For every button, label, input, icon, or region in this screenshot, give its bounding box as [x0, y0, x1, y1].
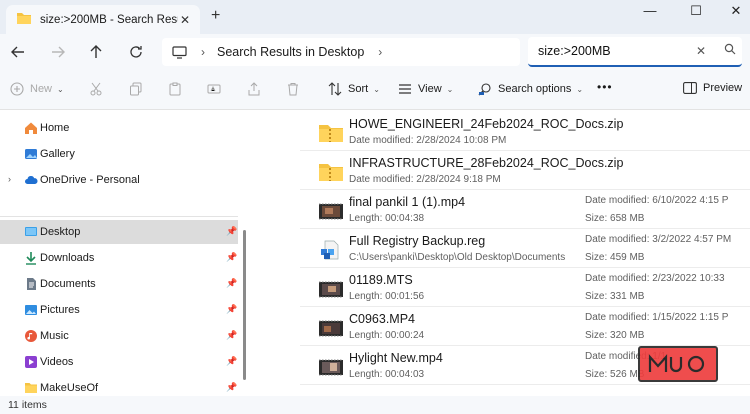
monitor-icon — [172, 45, 187, 59]
music-icon — [25, 330, 37, 342]
pin-icon[interactable]: 📌 — [226, 356, 237, 367]
chevron-right-icon[interactable]: › — [8, 174, 11, 184]
copy-icon[interactable] — [129, 82, 143, 99]
cut-icon[interactable] — [89, 82, 103, 99]
new-tab-button[interactable]: + — [211, 8, 220, 24]
sidebar-item-pictures[interactable]: Pictures 📌 — [0, 298, 238, 322]
zip-folder-icon — [319, 125, 343, 142]
video-thumbnail-icon — [319, 320, 343, 337]
sidebar-item-desktop[interactable]: Desktop 📌 — [0, 220, 238, 244]
video-thumbnail-icon — [319, 203, 343, 220]
forward-button[interactable] — [48, 42, 68, 62]
minimize-button[interactable]: — — [640, 3, 660, 18]
sidebar-item-onedrive[interactable]: › OneDrive - Personal — [0, 168, 238, 192]
video-thumbnail-icon — [319, 281, 343, 298]
gallery-icon — [25, 149, 37, 159]
tab-title: size:>200MB - Search Results i — [40, 13, 178, 26]
tab-close-icon[interactable]: ✕ — [180, 13, 190, 27]
title-bar: size:>200MB - Search Results i ✕ + — ☐ ✕ — [0, 0, 750, 34]
address-bar[interactable]: › Search Results in Desktop › — [162, 38, 520, 66]
sidebar-item-documents[interactable]: Documents 📌 — [0, 272, 238, 296]
search-options-icon — [478, 83, 491, 96]
new-button[interactable]: New ⌄ — [10, 82, 64, 96]
clear-search-icon[interactable]: ✕ — [696, 44, 706, 58]
search-box[interactable]: ✕ — [528, 37, 742, 67]
chevron-right-icon: › — [201, 45, 205, 59]
delete-icon[interactable] — [286, 82, 300, 99]
preview-button[interactable]: Preview — [683, 82, 742, 94]
arrow-right-icon — [52, 46, 65, 58]
breadcrumb[interactable]: Search Results in Desktop — [217, 45, 364, 59]
pin-icon[interactable]: 📌 — [226, 252, 237, 263]
registry-file-icon — [321, 240, 339, 260]
pin-icon[interactable]: 📌 — [226, 226, 237, 237]
share-icon[interactable] — [247, 82, 261, 99]
chevron-down-icon: ⌄ — [373, 84, 380, 94]
video-thumbnail-icon — [319, 359, 343, 376]
divider — [0, 216, 238, 217]
plus-circle-icon — [10, 82, 24, 96]
pictures-icon — [25, 305, 37, 315]
home-icon — [25, 122, 37, 134]
folder-icon — [16, 11, 32, 28]
view-icon — [399, 84, 411, 94]
pin-icon[interactable]: 📌 — [226, 278, 237, 289]
desktop-icon — [25, 227, 37, 236]
sidebar-item-music[interactable]: Music 📌 — [0, 324, 238, 348]
list-item[interactable]: C0963.MP4 Length: 00:00:24 Date modified… — [300, 307, 750, 346]
document-icon — [27, 278, 36, 290]
pin-icon[interactable]: 📌 — [226, 304, 237, 315]
videos-icon — [25, 356, 37, 368]
search-input[interactable] — [538, 44, 688, 58]
close-window-button[interactable]: ✕ — [726, 3, 746, 19]
address-row: › Search Results in Desktop › ✕ — [0, 34, 750, 70]
zip-folder-icon — [319, 164, 343, 181]
arrow-left-icon — [11, 46, 24, 58]
refresh-icon — [130, 46, 142, 58]
cloud-icon — [25, 176, 38, 184]
chevron-down-icon: ⌄ — [57, 84, 64, 94]
sort-icon — [328, 82, 342, 96]
paste-icon[interactable] — [168, 82, 182, 99]
sidebar-item-gallery[interactable]: Gallery — [0, 142, 238, 166]
search-options-button[interactable]: Search options ⌄ — [478, 82, 583, 96]
view-button[interactable]: View ⌄ — [398, 82, 453, 96]
chevron-down-icon: ⌄ — [576, 84, 584, 94]
maximize-button[interactable]: ☐ — [686, 3, 706, 19]
back-button[interactable] — [8, 42, 28, 62]
chevron-right-icon[interactable]: › — [378, 45, 382, 59]
folder-icon — [25, 383, 37, 393]
list-item[interactable]: final pankil 1 (1).mp4 Length: 00:04:38 … — [300, 190, 750, 229]
up-button[interactable] — [86, 42, 106, 62]
muo-watermark-logo — [638, 346, 718, 382]
list-item[interactable]: HOWE_ENGINEERI_24Feb2024_ROC_Docs.zip Da… — [300, 112, 750, 151]
pin-icon[interactable]: 📌 — [226, 382, 237, 393]
more-options-button[interactable]: ••• — [597, 80, 613, 94]
sidebar-item-downloads[interactable]: Downloads 📌 — [0, 246, 238, 270]
navigation-pane: Home Gallery › OneDrive - Personal Deskt… — [0, 110, 248, 396]
sidebar-item-videos[interactable]: Videos 📌 — [0, 350, 238, 374]
item-count: 11 items — [8, 399, 47, 411]
download-icon — [26, 252, 36, 265]
refresh-button[interactable] — [126, 42, 146, 62]
list-item[interactable]: 01189.MTS Length: 00:01:56 Date modified… — [300, 268, 750, 307]
preview-pane-icon — [683, 82, 697, 94]
scrollbar-thumb[interactable] — [243, 230, 246, 380]
sort-button[interactable]: Sort ⌄ — [328, 82, 380, 96]
pin-icon[interactable]: 📌 — [226, 330, 237, 341]
tab-search-results[interactable]: size:>200MB - Search Results i ✕ — [6, 5, 200, 34]
chevron-down-icon: ⌄ — [446, 84, 454, 94]
sidebar-item-home[interactable]: Home — [0, 116, 238, 140]
list-item[interactable]: Full Registry Backup.reg C:\Users\panki\… — [300, 229, 750, 268]
rename-icon[interactable] — [207, 82, 221, 99]
search-icon[interactable] — [724, 43, 736, 58]
list-item[interactable]: INFRASTRUCTURE_28Feb2024_ROC_Docs.zip Da… — [300, 151, 750, 190]
command-bar: New ⌄ Sort ⌄ View ⌄ Search options ⌄ •••… — [0, 70, 750, 110]
status-bar: 11 items — [0, 396, 750, 414]
arrow-up-icon — [90, 45, 102, 58]
